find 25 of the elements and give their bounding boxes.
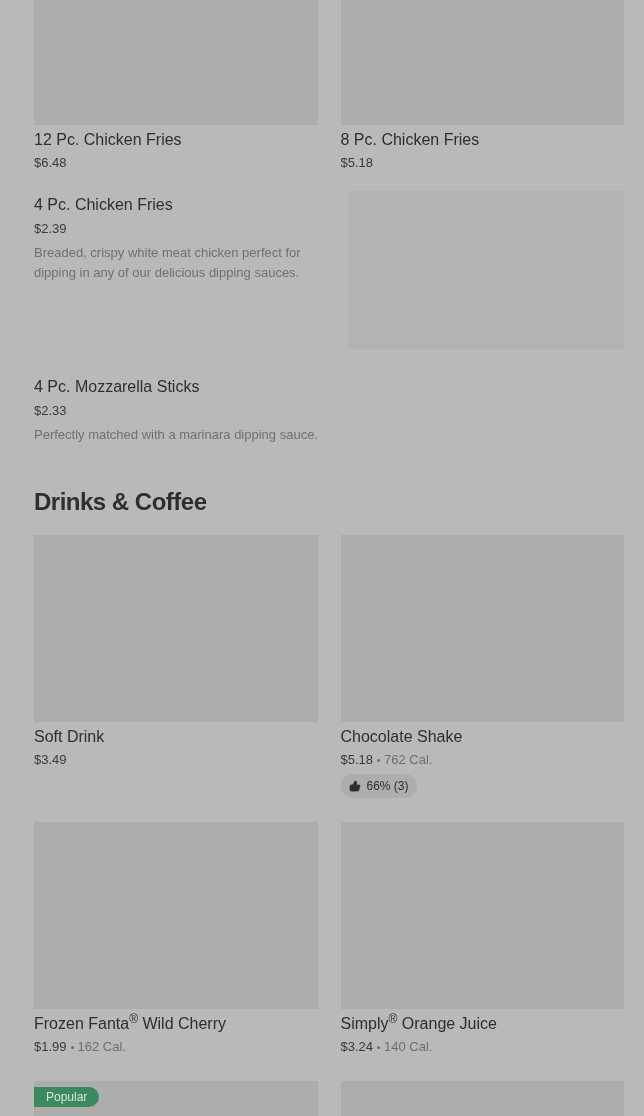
thumbs-up-icon — [348, 780, 361, 792]
item-name[interactable]: Chocolate Shake — [340, 726, 624, 748]
item-name[interactable]: Soft Drink — [34, 726, 318, 748]
item-name[interactable]: 12 Pc. Chicken Fries — [34, 129, 318, 151]
item-price: $3.24 — [340, 1038, 374, 1056]
item-price: $6.48 — [34, 154, 67, 172]
item-price: $5.18 — [340, 751, 374, 769]
item-price: $5.18 — [340, 154, 374, 172]
item-price: $2.33 — [34, 402, 68, 420]
item-price: $1.99 — [34, 1038, 67, 1056]
item-description: Perfectly matched with a marinara dipping sauce. — [34, 426, 319, 444]
item-price: $3.49 — [34, 751, 67, 769]
item-name[interactable]: 8 Pc. Chicken Fries — [340, 129, 624, 151]
item-price: $2.39 — [34, 220, 68, 238]
item-name[interactable]: Simply$^{®}$ Orange Juice — [340, 1013, 624, 1035]
item-name[interactable]: 4 Pc. Mozzarella Sticks — [34, 376, 624, 398]
item-calories: 140 Cal. — [384, 1038, 433, 1056]
section-heading: Drinks & Coffee — [34, 487, 208, 517]
item-name[interactable]: 4 Pc. Chicken Fries — [34, 194, 334, 216]
rating-pill: 66% (3) — [340, 774, 417, 798]
item-calories: 162 Cal. — [77, 1038, 126, 1056]
item-calories: 762 Cal. — [384, 751, 433, 769]
popular-badge: Popular — [34, 1087, 100, 1107]
item-description: Breaded, crispy white meat chicken perfect for dipping in any of our delicious dipping sauces. — [34, 244, 302, 282]
item-name[interactable]: Frozen Fanta$^{®}$ Wild Cherry — [34, 1013, 318, 1035]
